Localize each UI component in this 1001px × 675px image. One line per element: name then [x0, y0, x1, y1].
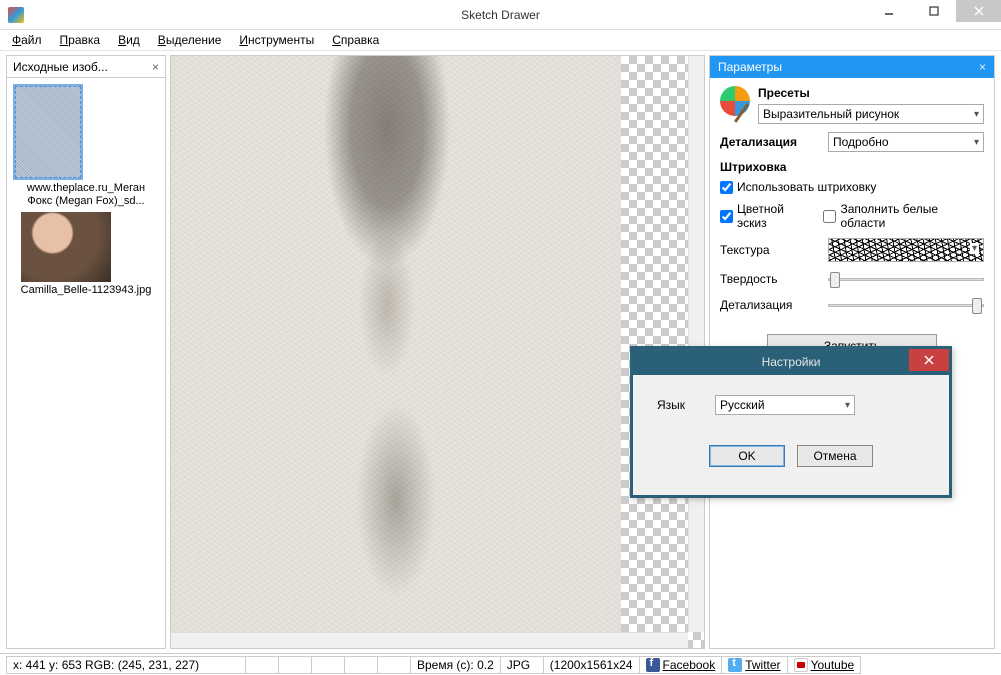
twitter-icon	[728, 658, 742, 672]
language-label: Язык	[657, 398, 685, 412]
presets-select[interactable]: Выразительный рисунок	[758, 104, 984, 124]
parameters-header: Параметры ×	[710, 56, 994, 78]
dialog-title: Настройки	[762, 355, 821, 369]
dialog-titlebar[interactable]: Настройки	[633, 349, 949, 375]
hatching-label: Штриховка	[720, 160, 984, 174]
window-controls	[866, 0, 1001, 22]
source-images-panel: Исходные изоб... × www.theplace.ru_Меган…	[6, 55, 166, 649]
minimize-button[interactable]	[866, 0, 911, 22]
canvas-area[interactable]	[170, 55, 705, 649]
titlebar: Sketch Drawer	[0, 0, 1001, 30]
dialog-close-button[interactable]	[909, 349, 949, 371]
status-spacer	[245, 656, 279, 674]
source-panel-title: Исходные изоб...	[13, 60, 108, 74]
settings-dialog: Настройки Язык Русский OK Отмена	[630, 346, 952, 498]
texture-label: Текстура	[720, 243, 820, 257]
detail-label: Детализация	[720, 135, 820, 149]
window-title: Sketch Drawer	[461, 8, 540, 22]
canvas-image	[171, 56, 621, 648]
status-dims: (1200x1561x24	[543, 656, 640, 674]
menu-tools[interactable]: Инструменты	[239, 33, 314, 47]
thumbnail-image[interactable]	[13, 84, 83, 180]
language-select[interactable]: Русский	[715, 395, 855, 415]
menu-file[interactable]: Файл	[12, 33, 42, 47]
detail-select[interactable]: Подробно	[828, 132, 984, 152]
facebook-link[interactable]: Facebook	[639, 656, 723, 674]
facebook-icon	[646, 658, 660, 672]
close-button[interactable]	[956, 0, 1001, 22]
status-time: Время (с): 0.2	[410, 656, 501, 674]
app-icon	[8, 7, 24, 23]
thumbnail-item[interactable]: www.theplace.ru_Меган Фокс (Megan Fox)_s…	[13, 84, 159, 208]
texture-select[interactable]	[828, 238, 984, 262]
youtube-icon	[794, 658, 808, 672]
horizontal-scrollbar[interactable]	[171, 632, 688, 648]
status-spacer	[377, 656, 411, 674]
status-spacer	[278, 656, 312, 674]
source-panel-header: Исходные изоб... ×	[7, 56, 165, 78]
twitter-link[interactable]: Twitter	[721, 656, 787, 674]
thumbnail-item[interactable]: Camilla_Belle-1123943.jpg	[21, 212, 152, 297]
hardness-slider[interactable]	[828, 270, 984, 288]
thumbnail-image[interactable]	[21, 212, 111, 282]
thumbnail-label: Camilla_Belle-1123943.jpg	[21, 284, 152, 297]
menu-help[interactable]: Справка	[332, 33, 379, 47]
menu-edit[interactable]: Правка	[60, 33, 101, 47]
parameters-title: Параметры	[718, 60, 782, 74]
hardness-label: Твердость	[720, 272, 820, 286]
presets-label: Пресеты	[758, 86, 984, 100]
color-sketch-checkbox[interactable]: Цветной эскиз	[720, 202, 815, 230]
status-coords: x: 441 y: 653 RGB: (245, 231, 227)	[6, 656, 246, 674]
cancel-button[interactable]: Отмена	[797, 445, 873, 467]
detail2-label: Детализация	[720, 298, 820, 312]
fill-white-checkbox[interactable]: Заполнить белые области	[823, 202, 984, 230]
use-hatching-checkbox[interactable]: Использовать штриховку	[720, 180, 876, 194]
status-format: JPG	[500, 656, 544, 674]
source-panel-close-icon[interactable]: ×	[152, 60, 159, 74]
status-spacer	[344, 656, 378, 674]
youtube-link[interactable]: Youtube	[787, 656, 862, 674]
detail2-slider[interactable]	[828, 296, 984, 314]
parameters-close-icon[interactable]: ×	[979, 60, 986, 74]
menu-selection[interactable]: Выделение	[158, 33, 222, 47]
maximize-button[interactable]	[911, 0, 956, 22]
ok-button[interactable]: OK	[709, 445, 785, 467]
menu-view[interactable]: Вид	[118, 33, 140, 47]
thumbnail-label: www.theplace.ru_Меган Фокс (Megan Fox)_s…	[13, 182, 159, 208]
presets-icon	[720, 86, 750, 116]
status-spacer	[311, 656, 345, 674]
statusbar: x: 441 y: 653 RGB: (245, 231, 227) Время…	[0, 653, 1001, 675]
vertical-scrollbar[interactable]	[688, 56, 704, 632]
menubar: Файл Правка Вид Выделение Инструменты Сп…	[0, 30, 1001, 50]
